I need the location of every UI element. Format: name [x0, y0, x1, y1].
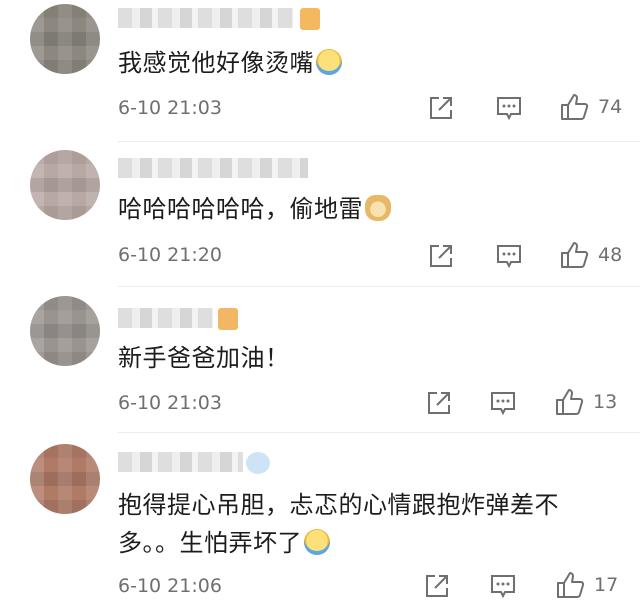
divider: [118, 286, 640, 287]
like-button[interactable]: 74: [560, 93, 622, 121]
share-button[interactable]: [426, 390, 452, 416]
comment-text: 哈哈哈哈哈哈，偷地雷: [118, 190, 598, 228]
thumbs-up-icon: [557, 572, 585, 598]
divider: [118, 432, 640, 433]
comment-icon: [497, 97, 521, 121]
avatar[interactable]: [30, 150, 100, 220]
comment-icon: [491, 575, 515, 599]
share-icon: [430, 97, 452, 119]
user-badge-icon: [300, 8, 320, 30]
comment-time: 6-10 21:03: [118, 392, 222, 414]
divider: [118, 141, 640, 142]
username-blurred[interactable]: [118, 308, 213, 328]
like-button[interactable]: 48: [560, 241, 622, 269]
avatar[interactable]: [30, 444, 100, 514]
thumbs-up-icon: [556, 389, 584, 415]
avatar[interactable]: [30, 4, 100, 74]
like-count: 17: [594, 574, 619, 596]
comment-icon: [497, 245, 521, 269]
doge-emoji-icon: [365, 195, 391, 221]
share-button[interactable]: [424, 573, 450, 599]
thumbs-up-icon: [561, 242, 589, 268]
comment-time: 6-10 21:03: [118, 97, 222, 119]
like-button[interactable]: 17: [556, 571, 618, 599]
comment-time: 6-10 21:20: [118, 244, 222, 266]
comment-icon: [491, 392, 515, 416]
like-count: 13: [593, 391, 618, 413]
share-button[interactable]: [428, 95, 454, 121]
share-icon: [430, 245, 452, 267]
reply-button[interactable]: [490, 573, 516, 599]
username-blurred[interactable]: [118, 158, 308, 178]
username-blurred[interactable]: [118, 452, 243, 472]
reply-button[interactable]: [490, 390, 516, 416]
comment-text: 抱得提心吊胆，忐忑的心情跟抱炸弹差不多。。生怕弄坏了: [118, 491, 559, 557]
reply-button[interactable]: [496, 243, 522, 269]
user-badge-icon: [246, 452, 270, 474]
comment-time: 6-10 21:06: [118, 575, 222, 597]
like-button[interactable]: 13: [555, 388, 617, 416]
share-icon: [428, 392, 450, 414]
like-count: 74: [598, 96, 623, 118]
username-blurred[interactable]: [118, 8, 293, 28]
comment-text: 我感觉他好像烫嘴: [118, 44, 598, 82]
reply-button[interactable]: [496, 95, 522, 121]
like-count: 48: [598, 244, 623, 266]
laugh-cry-emoji-icon: [316, 49, 342, 75]
thumbs-up-icon: [561, 94, 589, 120]
comment-text: 新手爸爸加油！: [118, 344, 290, 372]
avatar[interactable]: [30, 296, 100, 366]
laugh-cry-emoji-icon: [304, 529, 330, 555]
user-badge-icon: [218, 308, 238, 330]
share-icon: [426, 575, 448, 597]
share-button[interactable]: [428, 243, 454, 269]
